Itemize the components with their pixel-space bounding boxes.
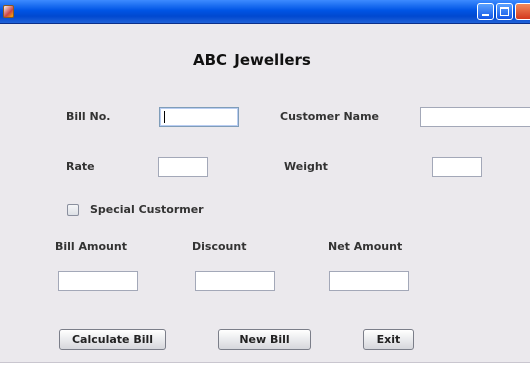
weight-field[interactable]	[432, 157, 482, 177]
page-title: ABC Jewellers	[193, 51, 311, 69]
close-button[interactable]	[515, 3, 530, 20]
special-customer-checkbox[interactable]	[67, 204, 79, 216]
bill-amount-label: Bill Amount	[55, 240, 127, 253]
bill-no-field[interactable]	[159, 107, 239, 127]
bill-amount-field[interactable]	[58, 271, 138, 291]
net-amount-label: Net Amount	[328, 240, 403, 253]
discount-label: Discount	[192, 240, 247, 253]
discount-field[interactable]	[195, 271, 275, 291]
text-caret	[164, 111, 165, 123]
maximize-icon	[500, 7, 509, 16]
net-amount-field[interactable]	[329, 271, 409, 291]
title-bar[interactable]	[0, 0, 530, 24]
rate-label: Rate	[66, 160, 95, 173]
special-customer-label: Special Custormer	[90, 203, 204, 216]
weight-label: Weight	[284, 160, 328, 173]
calculate-bill-button[interactable]: Calculate Bill	[59, 329, 166, 350]
app-window: ABC Jewellers Bill No. Customer Name Rat…	[0, 0, 530, 363]
minimize-icon	[482, 14, 489, 16]
bill-no-label: Bill No.	[66, 110, 111, 123]
java-coffee-icon	[3, 5, 14, 18]
customer-name-label: Customer Name	[280, 110, 379, 123]
new-bill-button[interactable]: New Bill	[218, 329, 311, 350]
minimize-button[interactable]	[477, 3, 494, 20]
exit-button[interactable]: Exit	[363, 329, 414, 350]
maximize-button[interactable]	[496, 3, 513, 20]
customer-name-field[interactable]	[420, 107, 530, 127]
rate-field[interactable]	[158, 157, 208, 177]
